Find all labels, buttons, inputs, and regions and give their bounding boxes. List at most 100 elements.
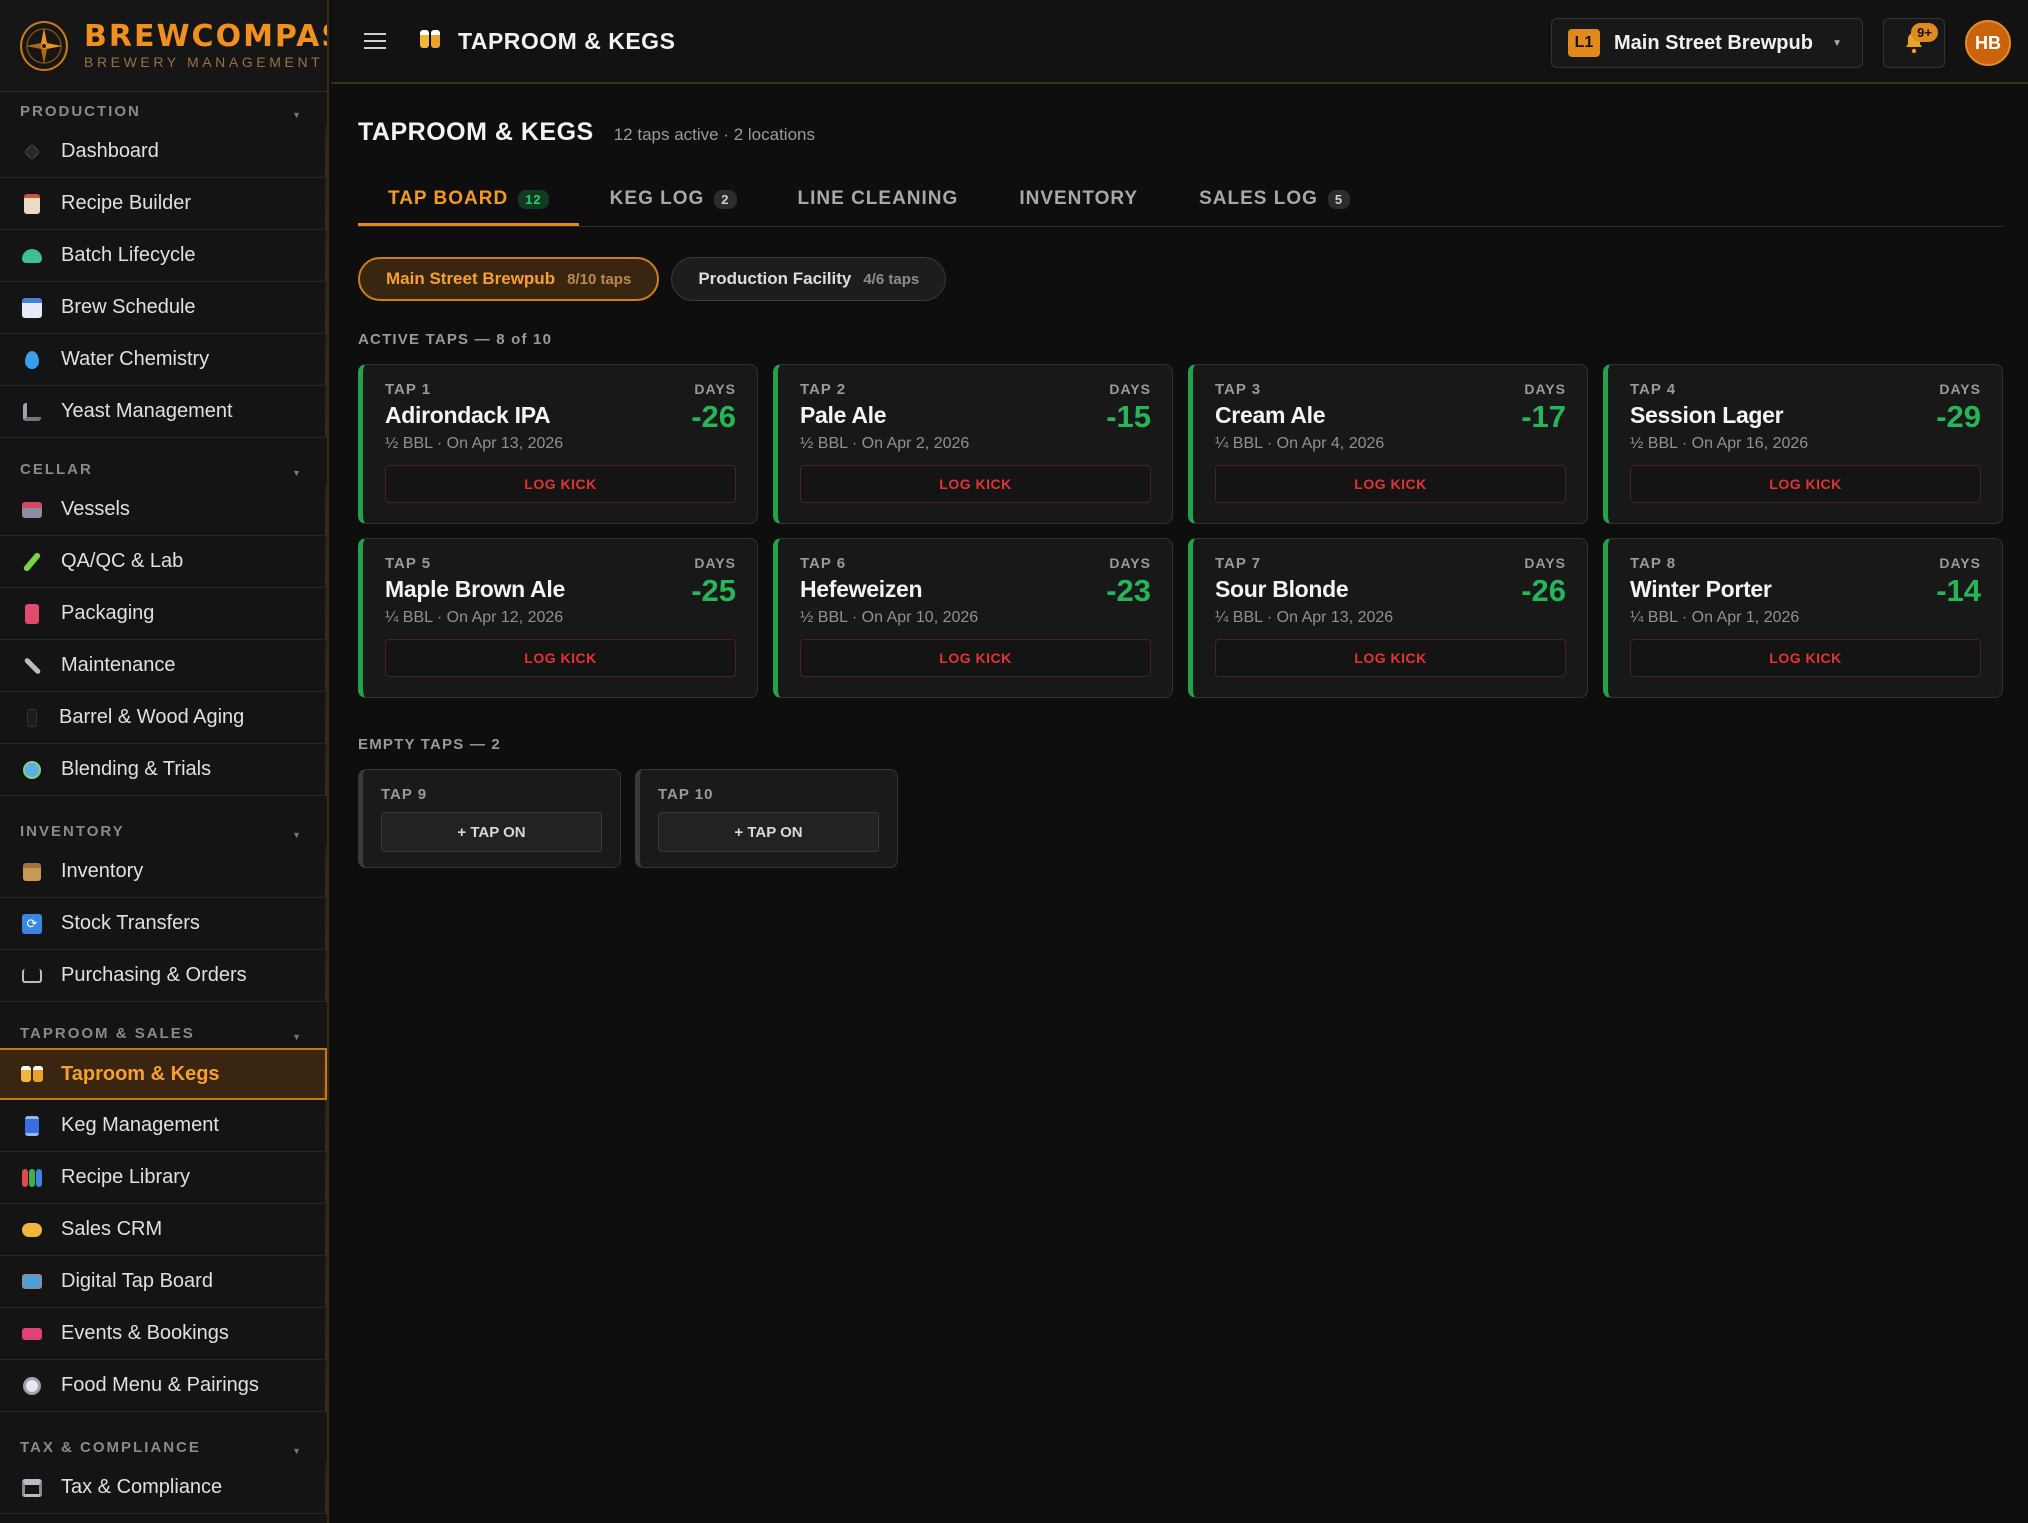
location-pill-main-street[interactable]: Main Street Brewpub 8/10 taps [358, 257, 660, 301]
sidebar-item-label: Sales CRM [61, 1218, 163, 1240]
tap-number: TAP 2 [800, 381, 847, 398]
log-kick-button[interactable]: LOG KICK [800, 465, 1151, 503]
days-label: DAYS [1524, 555, 1566, 571]
log-kick-button[interactable]: LOG KICK [800, 639, 1151, 677]
keg-meta: ¼ BBL · On Apr 12, 2026 [385, 609, 564, 626]
tab-sales-log[interactable]: SALES LOG 5 [1169, 188, 1380, 226]
log-kick-button[interactable]: LOG KICK [385, 639, 736, 677]
location-filter: Main Street Brewpub 8/10 taps Production … [358, 257, 2004, 301]
sidebar-item-sales-crm[interactable]: Sales CRM [0, 1204, 327, 1256]
tap-card[interactable]: TAP 7 Sour Blonde ¼ BBL · On Apr 13, 2026 D… [1188, 538, 1588, 698]
tap-card[interactable]: TAP 6 Hefeweizen ½ BBL · On Apr 10, 2026 DA… [773, 538, 1173, 698]
log-kick-button[interactable]: LOG KICK [1215, 465, 1566, 503]
tab-bar: TAP BOARD 12 KEG LOG 2 LINE CLEANING INVEN… [358, 173, 2004, 227]
sidebar-item-stock-transfers[interactable]: ⟳ Stock Transfers [0, 898, 327, 950]
section-title: CELLAR [20, 461, 93, 478]
barrel-icon [20, 706, 44, 730]
section-inventory[interactable]: INVENTORY ▼ [0, 796, 327, 846]
log-kick-button[interactable]: LOG KICK [1630, 639, 1981, 677]
pill-tap-count: 8/10 taps [567, 270, 632, 288]
sidebar-item-food-menu-pairings[interactable]: Food Menu & Pairings [0, 1360, 327, 1412]
section-production[interactable]: PRODUCTION ▼ [0, 92, 327, 126]
sidebar-item-brew-schedule[interactable]: Brew Schedule [0, 282, 327, 334]
sidebar-item-maintenance[interactable]: Maintenance [0, 640, 327, 692]
sidebar-item-yeast-management[interactable]: Yeast Management [0, 386, 327, 438]
notifications-button[interactable]: 9+ [1883, 18, 1945, 68]
caret-icon: ▼ [292, 110, 303, 120]
caret-icon: ▼ [292, 1446, 303, 1456]
tap-number: TAP 5 [385, 555, 432, 572]
handshake-icon [20, 1218, 44, 1242]
log-kick-button[interactable]: LOG KICK [385, 465, 736, 503]
tab-inventory[interactable]: INVENTORY [989, 188, 1168, 226]
sidebar-item-label: Batch Lifecycle [61, 244, 196, 266]
location-switcher[interactable]: L1 Main Street Brewpub ▼ [1551, 18, 1863, 68]
beer-name: Hefeweizen [800, 576, 923, 602]
tap-number: TAP 3 [1215, 381, 1262, 398]
sidebar-item-tax-compliance[interactable]: Tax & Compliance [0, 1462, 327, 1514]
section-tax-compliance[interactable]: TAX & COMPLIANCE ▼ [0, 1412, 327, 1462]
tap-on-button[interactable]: + TAP ON [381, 812, 602, 852]
calendar-icon [20, 296, 44, 320]
menu-toggle-icon[interactable] [364, 28, 386, 54]
days-value: -14 [1936, 573, 1981, 608]
sidebar-item-barrel-wood-aging[interactable]: Barrel & Wood Aging [0, 692, 327, 744]
section-cellar[interactable]: CELLAR ▼ [0, 438, 327, 484]
clipboard-icon [20, 192, 44, 216]
sidebar-item-water-chemistry[interactable]: Water Chemistry [0, 334, 327, 386]
log-kick-button[interactable]: LOG KICK [1630, 465, 1981, 503]
tab-keg-log[interactable]: KEG LOG 2 [580, 188, 767, 226]
sidebar-item-vessels[interactable]: Vessels [0, 484, 327, 536]
sidebar-item-label: Barrel & Wood Aging [59, 706, 245, 728]
sidebar-item-blending-trials[interactable]: Blending & Trials [0, 744, 327, 796]
sidebar-item-inventory[interactable]: Inventory [0, 846, 327, 898]
section-taproom-sales[interactable]: TAPROOM & SALES ▼ [0, 1002, 327, 1048]
empty-taps-grid: TAP 9 + TAP ON TAP 10 + TAP ON [358, 769, 2004, 868]
sidebar-item-dashboard[interactable]: Dashboard [0, 126, 327, 178]
factory-icon [20, 498, 44, 522]
sidebar-item-recipe-library[interactable]: Recipe Library [0, 1152, 327, 1204]
avatar[interactable]: HB [1965, 20, 2011, 66]
tab-label: LINE CLEANING [797, 188, 959, 209]
package-icon [20, 860, 44, 884]
tab-count-badge: 5 [1327, 189, 1351, 209]
sidebar-item-events-bookings[interactable]: Events & Bookings [0, 1308, 327, 1360]
brand-name: BREWCOMPASS [84, 18, 327, 54]
sidebar-item-digital-tap-board[interactable]: Digital Tap Board [0, 1256, 327, 1308]
sidebar-item-label: Vessels [61, 498, 130, 520]
tap-card[interactable]: TAP 3 Cream Ale ¼ BBL · On Apr 4, 2026 DAYS… [1188, 364, 1588, 524]
active-taps-grid: TAP 1 Adirondack IPA ½ BBL · On Apr 13, 20… [358, 364, 2004, 698]
days-value: -25 [691, 573, 736, 608]
brand[interactable]: BREWCOMPASS BREWERY MANAGEMENT [0, 0, 327, 92]
sidebar-item-batch-lifecycle[interactable]: Batch Lifecycle [0, 230, 327, 282]
keg-meta: ¼ BBL · On Apr 1, 2026 [1630, 609, 1800, 626]
sidebar-item-purchasing-orders[interactable]: Purchasing & Orders [0, 950, 327, 1002]
sidebar-item-packaging[interactable]: Packaging [0, 588, 327, 640]
tap-card[interactable]: TAP 1 Adirondack IPA ½ BBL · On Apr 13, 20… [358, 364, 758, 524]
location-pill-production[interactable]: Production Facility 4/6 taps [671, 257, 947, 301]
flask-icon [20, 244, 44, 268]
sidebar-item-taproom-kegs[interactable]: Taproom & Kegs [0, 1048, 327, 1100]
sidebar: BREWCOMPASS BREWERY MANAGEMENT PRODUCTIO… [0, 0, 329, 1523]
tap-card[interactable]: TAP 2 Pale Ale ½ BBL · On Apr 2, 2026 DAYS -… [773, 364, 1173, 524]
books-icon [20, 1166, 44, 1190]
tab-count-badge: 2 [714, 189, 737, 209]
tab-tap-board[interactable]: TAP BOARD 12 [358, 188, 579, 226]
page-subtitle: 12 taps active · 2 locations [613, 125, 815, 144]
beer-mugs-icon [420, 27, 440, 55]
beer-name: Pale Ale [800, 402, 887, 428]
sidebar-item-keg-management[interactable]: Keg Management [0, 1100, 327, 1152]
tap-on-button[interactable]: + TAP ON [658, 812, 879, 852]
section-title: TAPROOM & SALES [20, 1025, 195, 1042]
days-label: DAYS [694, 381, 736, 397]
beer-mugs-icon [20, 1062, 44, 1086]
sidebar-item-qa-qc-lab[interactable]: QA/QC & Lab [0, 536, 327, 588]
tap-card[interactable]: TAP 8 Winter Porter ¼ BBL · On Apr 1, 2026… [1603, 538, 2003, 698]
log-kick-button[interactable]: LOG KICK [1215, 639, 1566, 677]
tap-card[interactable]: TAP 5 Maple Brown Ale ¼ BBL · On Apr 12, 2… [358, 538, 758, 698]
tab-label: SALES LOG [1199, 188, 1318, 209]
tab-line-cleaning[interactable]: LINE CLEANING [768, 188, 989, 226]
keg-meta: ½ BBL · On Apr 2, 2026 [800, 435, 970, 452]
sidebar-item-recipe-builder[interactable]: Recipe Builder [0, 178, 327, 230]
tap-card[interactable]: TAP 4 Session Lager ½ BBL · On Apr 16, 202… [1603, 364, 2003, 524]
